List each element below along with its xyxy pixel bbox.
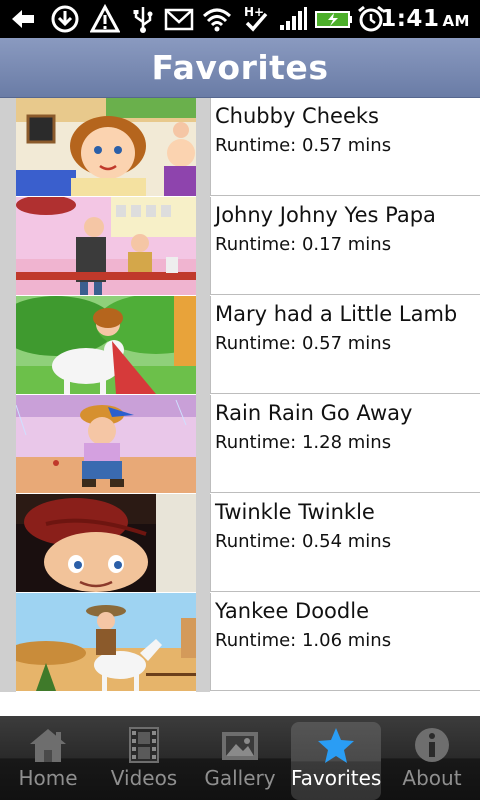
tab-label: About xyxy=(402,766,462,790)
tab-label: Home xyxy=(18,766,78,790)
tab-label: Favorites xyxy=(291,766,382,790)
wifi-icon xyxy=(202,8,232,32)
status-bar: H+ 1:41 AM xyxy=(0,0,480,38)
list-item[interactable]: Mary had a Little Lamb Runtime: 0.57 min… xyxy=(0,296,480,395)
signal-icon xyxy=(280,7,307,30)
tab-favorites[interactable]: Favorites xyxy=(291,722,381,800)
list-item[interactable]: Twinkle Twinkle Runtime: 0.54 mins xyxy=(0,494,480,593)
download-icon xyxy=(51,5,79,33)
svg-text:H+: H+ xyxy=(244,5,264,19)
video-title: Mary had a Little Lamb xyxy=(215,302,458,326)
video-info[interactable]: Yankee Doodle Runtime: 1.06 mins xyxy=(210,593,480,691)
video-runtime: Runtime: 1.06 mins xyxy=(215,630,392,651)
tab-about[interactable]: About xyxy=(384,716,480,800)
video-runtime: Runtime: 1.28 mins xyxy=(215,432,392,453)
battery-charging-icon xyxy=(315,11,352,28)
video-runtime: Runtime: 0.57 mins xyxy=(215,135,392,156)
video-thumbnail[interactable] xyxy=(16,98,196,196)
video-thumbnail[interactable] xyxy=(16,197,196,295)
back-arrow-icon xyxy=(12,10,34,28)
film-icon xyxy=(129,727,159,763)
list-item[interactable]: Chubby Cheeks Runtime: 0.57 mins xyxy=(0,98,480,197)
favorites-list[interactable]: Chubby Cheeks Runtime: 0.57 mins Johny J… xyxy=(0,98,480,692)
video-runtime: Runtime: 0.57 mins xyxy=(215,333,392,354)
video-info[interactable]: Rain Rain Go Away Runtime: 1.28 mins xyxy=(210,395,480,493)
network-h-plus-icon: H+ xyxy=(244,5,268,32)
video-thumbnail[interactable] xyxy=(16,494,196,592)
tab-home[interactable]: Home xyxy=(0,716,96,800)
tab-videos[interactable]: Videos xyxy=(96,716,192,800)
video-thumbnail[interactable] xyxy=(16,395,196,493)
video-info[interactable]: Chubby Cheeks Runtime: 0.57 mins xyxy=(210,98,480,196)
tab-label: Videos xyxy=(110,766,178,790)
video-info[interactable]: Johny Johny Yes Papa Runtime: 0.17 mins xyxy=(210,197,480,295)
page-title: Favorites xyxy=(151,48,329,87)
tab-gallery[interactable]: Gallery xyxy=(192,716,288,800)
list-item[interactable]: Johny Johny Yes Papa Runtime: 0.17 mins xyxy=(0,197,480,296)
video-runtime: Runtime: 0.17 mins xyxy=(215,234,392,255)
warning-icon xyxy=(90,4,120,33)
list-item[interactable]: Rain Rain Go Away Runtime: 1.28 mins xyxy=(0,395,480,494)
video-thumbnail[interactable] xyxy=(16,296,196,394)
home-icon xyxy=(30,729,66,762)
video-title: Chubby Cheeks xyxy=(215,104,379,128)
gmail-icon xyxy=(164,8,194,31)
video-title: Yankee Doodle xyxy=(215,599,369,623)
title-bar: Favorites xyxy=(0,38,480,98)
video-info[interactable]: Twinkle Twinkle Runtime: 0.54 mins xyxy=(210,494,480,592)
list-item[interactable]: Yankee Doodle Runtime: 1.06 mins xyxy=(0,593,480,692)
info-icon xyxy=(415,728,449,762)
star-icon xyxy=(318,728,354,763)
usb-icon xyxy=(133,7,153,33)
clock: 1:41 AM xyxy=(380,6,470,32)
video-title: Johny Johny Yes Papa xyxy=(215,203,436,227)
video-title: Rain Rain Go Away xyxy=(215,401,413,425)
video-thumbnail[interactable] xyxy=(16,593,196,691)
video-runtime: Runtime: 0.54 mins xyxy=(215,531,392,552)
video-info[interactable]: Mary had a Little Lamb Runtime: 0.57 min… xyxy=(210,296,480,394)
bottom-tab-bar: Home Videos Gallery Favorites About xyxy=(0,716,480,800)
video-title: Twinkle Twinkle xyxy=(215,500,375,524)
gallery-icon xyxy=(222,732,258,760)
tab-label: Gallery xyxy=(204,766,276,790)
